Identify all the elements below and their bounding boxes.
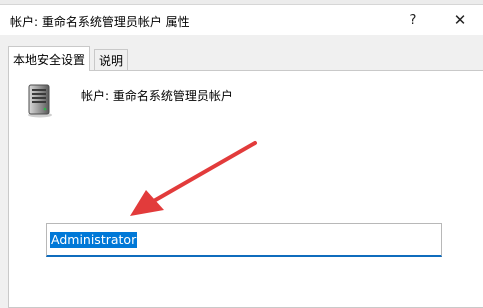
account-label: 帐户: 重命名系统管理员帐户 — [81, 89, 233, 103]
title-bar: 帐户: 重命名系统管理员帐户 属性 ? ✕ — [0, 5, 483, 35]
account-name-value: Administrator — [50, 231, 138, 248]
tab-explain[interactable]: 说明 — [94, 49, 129, 71]
close-button[interactable]: ✕ — [437, 5, 483, 35]
dialog-client-area: 本地安全设置 说明 帐户: 重命名系统管理员帐户 Administrator — [0, 35, 483, 308]
properties-dialog: 帐户: 重命名系统管理员帐户 属性 ? ✕ 本地安全设置 说明 帐户: 重命名系… — [0, 4, 483, 308]
tab-local-security-setting[interactable]: 本地安全设置 — [8, 46, 91, 71]
server-icon — [28, 84, 52, 118]
help-button[interactable]: ? — [390, 5, 436, 35]
red-arrow-icon — [130, 141, 257, 216]
window-title: 帐户: 重命名系统管理员帐户 属性 — [10, 15, 190, 29]
account-name-input[interactable]: Administrator — [46, 223, 442, 257]
